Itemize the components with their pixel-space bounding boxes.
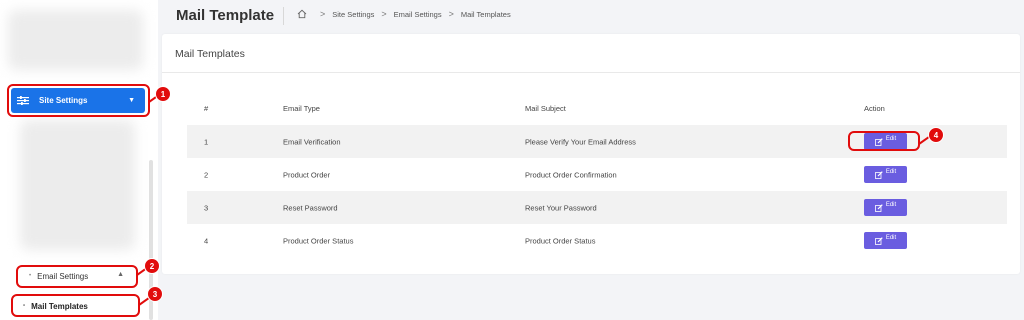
blurred-area	[8, 10, 143, 70]
row-email-type: Product Order Status	[283, 236, 354, 245]
breadcrumb-email-settings[interactable]: Email Settings	[394, 10, 442, 19]
row-number: 2	[204, 170, 209, 179]
breadcrumb-mail-templates: Mail Templates	[460, 9, 511, 19]
header-action: Action	[864, 104, 885, 113]
card-divider	[162, 72, 1020, 73]
table-row: 3 Reset Password Reset Your Password Edi…	[187, 191, 1007, 224]
row-mail-subject: Product Order Status	[525, 236, 596, 245]
header-divider	[283, 7, 284, 25]
callout-ring	[16, 265, 138, 288]
row-mail-subject: Product Order Confirmation	[525, 170, 617, 179]
row-number: 1	[204, 137, 209, 146]
breadcrumb-separator: >	[448, 9, 454, 19]
blurred-area	[20, 120, 135, 250]
callout-badge: 4	[928, 127, 944, 143]
edit-button-label: Edit	[885, 234, 897, 241]
header-number: #	[204, 104, 209, 113]
callout-ring	[7, 84, 150, 117]
mail-templates-card: Mail Templates # Email Type Mail Subject…	[162, 34, 1020, 274]
page-title: Mail Template	[176, 7, 275, 24]
breadcrumb: > Site Settings > Email Settings > Mail …	[297, 9, 511, 19]
edit-button-label: Edit	[885, 168, 897, 175]
edit-icon	[874, 203, 883, 212]
card-title: Mail Templates	[175, 48, 245, 60]
row-email-type: Product Order	[283, 170, 331, 179]
table-header: # Email Type Mail Subject Action	[187, 104, 1007, 116]
edit-button[interactable]: Edit	[864, 199, 907, 216]
callout-badge: 3	[147, 286, 163, 302]
callout-badge: 1	[155, 86, 171, 102]
breadcrumb-site-settings[interactable]: Site Settings	[332, 10, 374, 19]
edit-button-label: Edit	[885, 201, 897, 208]
row-mail-subject: Please Verify Your Email Address	[525, 137, 636, 146]
edit-button[interactable]: Edit	[864, 232, 907, 249]
callout-badge: 2	[144, 258, 160, 274]
table-row: 4 Product Order Status Product Order Sta…	[187, 224, 1007, 257]
table-row: 2 Product Order Product Order Confirmati…	[187, 158, 1007, 191]
breadcrumb-separator: >	[381, 9, 387, 19]
row-mail-subject: Reset Your Password	[525, 203, 597, 212]
row-email-type: Email Verification	[283, 137, 341, 146]
row-email-type: Reset Password	[283, 203, 338, 212]
edit-icon	[874, 236, 883, 245]
home-icon[interactable]	[297, 9, 307, 19]
row-number: 4	[204, 236, 209, 245]
edit-button[interactable]: Edit	[864, 166, 907, 183]
callout-ring	[848, 131, 920, 151]
callout-ring	[11, 294, 140, 317]
header-email-type: Email Type	[283, 104, 320, 113]
row-number: 3	[204, 203, 209, 212]
edit-icon	[874, 170, 883, 179]
header-mail-subject: Mail Subject	[525, 104, 566, 113]
breadcrumb-separator: >	[320, 9, 326, 19]
